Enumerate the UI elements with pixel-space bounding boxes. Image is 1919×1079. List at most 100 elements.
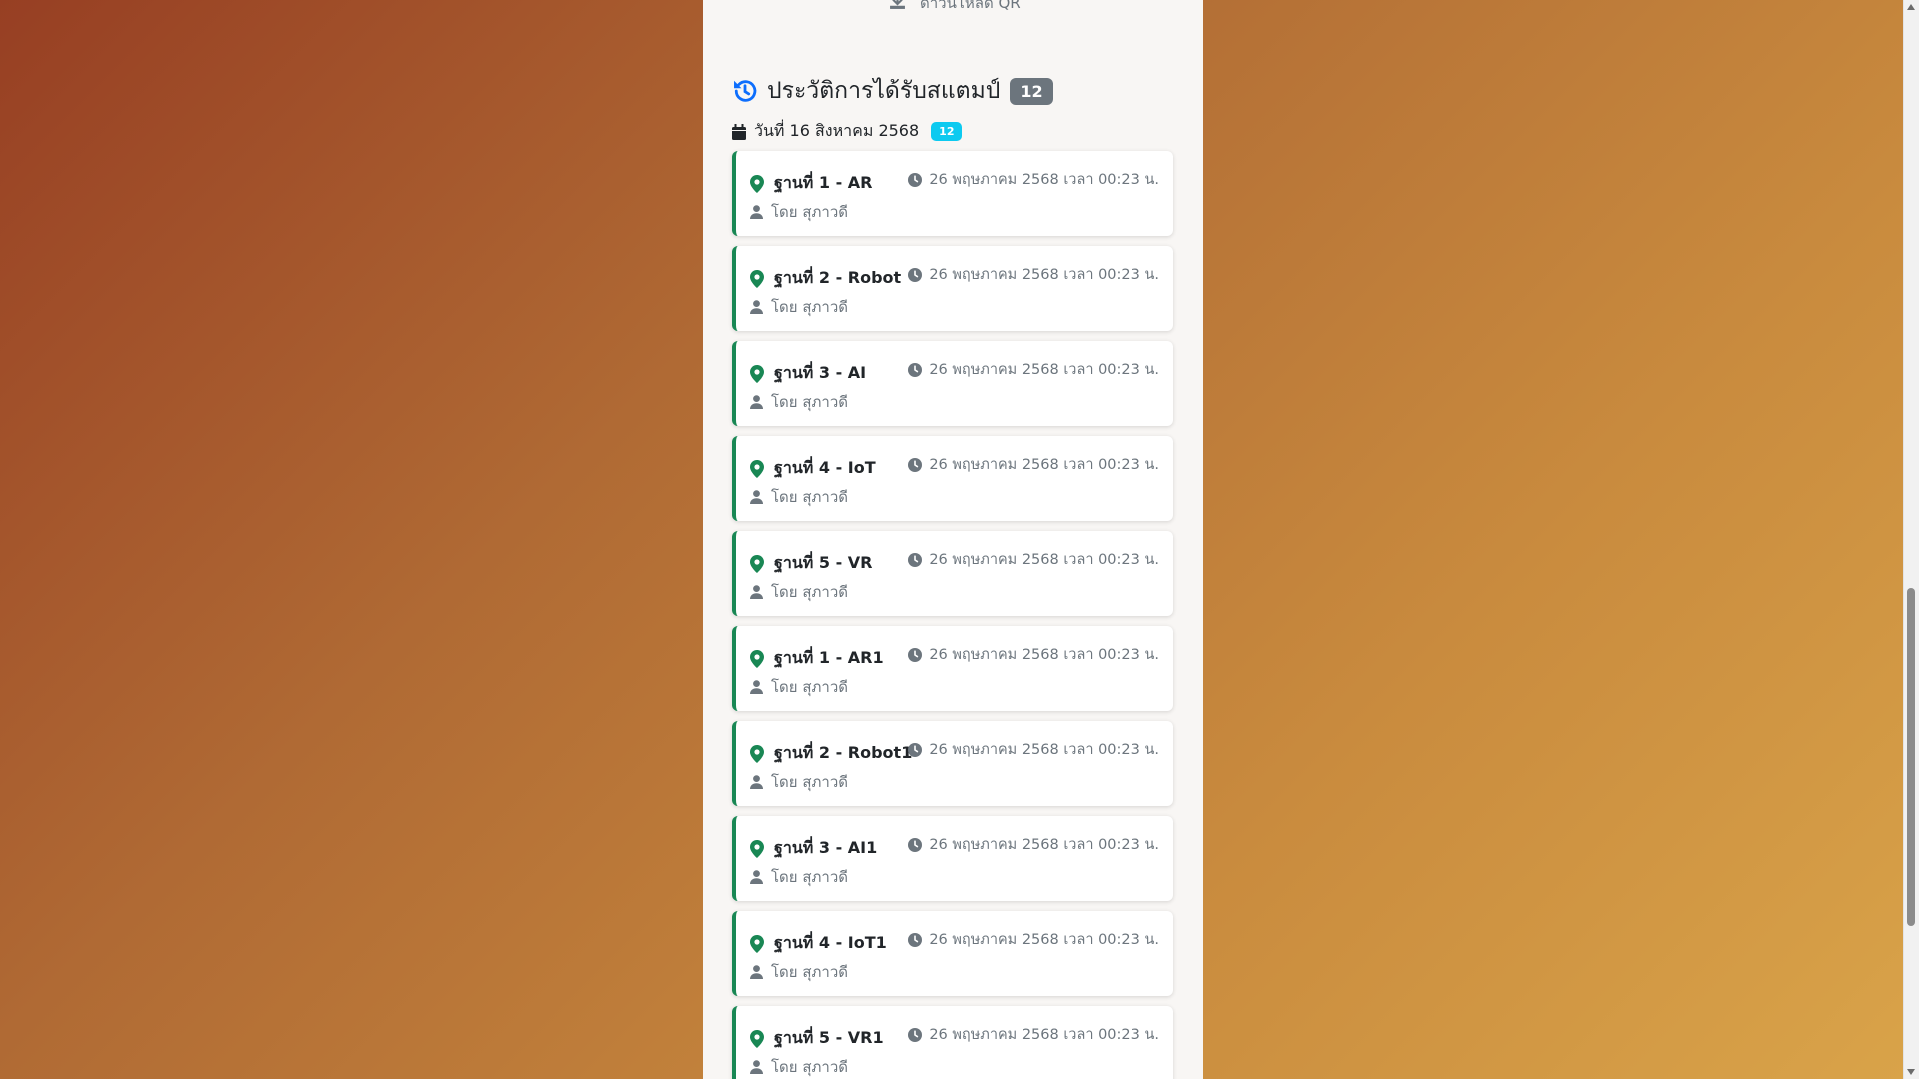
stamp-time: 26 พฤษภาคม 2568 เวลา 00:23 น. [929,837,1159,853]
stamp-time-row: 26 พฤษภาคม 2568 เวลา 00:23 น. [908,928,1159,951]
stamped-by-label: โดย สุภาวดี [771,773,848,791]
user-icon [750,300,763,314]
stamped-by-row: โดย สุภาวดี [750,960,848,984]
stamp-time: 26 พฤษภาคม 2568 เวลา 00:23 น. [929,742,1159,758]
stamped-by-row: โดย สุภาวดี [750,1055,848,1079]
user-icon [750,395,763,409]
date-label: วันที่ 16 สิงหาคม 2568 [754,121,920,140]
stamped-by-row: โดย สุภาวดี [750,770,848,794]
stamp-time-row: 26 พฤษภาคม 2568 เวลา 00:23 น. [908,168,1159,191]
user-icon [750,205,763,219]
station-name: ฐานที่ 4 - IoT [774,458,876,477]
stamp-card: ฐานที่ 4 - IoT โดย สุภาวดี 26 พฤษภาคม 2568… [732,436,1173,521]
stamp-card: ฐานที่ 2 - Robot โดย สุภาวดี 26 พฤษภาคม 25… [732,246,1173,331]
stamp-time: 26 พฤษภาคม 2568 เวลา 00:23 น. [929,552,1159,568]
station-row: ฐานที่ 2 - Robot [750,266,901,291]
page-scrollbar[interactable] [1903,0,1919,1079]
station-name: ฐานที่ 4 - IoT1 [774,933,887,952]
stamp-list: ฐานที่ 1 - AR โดย สุภาวดี 26 พฤษภาคม 2568 … [732,151,1173,1079]
station-name: ฐานที่ 5 - VR [774,553,873,572]
history-count-badge: 12 [1010,77,1053,105]
station-name: ฐานที่ 3 - AI [774,363,867,382]
station-name: ฐานที่ 2 - Robot1 [774,743,913,762]
clock-icon [908,742,923,757]
stamped-by-label: โดย สุภาวดี [771,393,848,411]
stamped-by-row: โดย สุภาวดี [750,485,848,509]
download-qr-label: ดาวน์โหลด QR [920,0,1021,12]
stamped-by-row: โดย สุภาวดี [750,675,848,699]
user-icon [750,585,763,599]
stamp-time: 26 พฤษภาคม 2568 เวลา 00:23 น. [929,932,1159,948]
station-row: ฐานที่ 3 - AI [750,361,866,386]
stamp-card: ฐานที่ 4 - IoT1 โดย สุภาวดี 26 พฤษภาคม 256… [732,911,1173,996]
station-name: ฐานที่ 2 - Robot [774,268,902,287]
stamp-time-row: 26 พฤษภาคม 2568 เวลา 00:23 น. [908,263,1159,286]
clock-icon [908,362,923,377]
main-panel: ดาวน์โหลด QR ประวัติการได้รับสแตมป์ 12 ว… [703,0,1203,1079]
stamp-time-row: 26 พฤษภาคม 2568 เวลา 00:23 น. [908,548,1159,571]
stamped-by-label: โดย สุภาวดี [771,488,848,506]
station-name: ฐานที่ 1 - AR [774,173,873,192]
station-row: ฐานที่ 4 - IoT [750,456,876,481]
clock-icon [908,647,923,662]
map-pin-icon [750,364,764,383]
stamped-by-row: โดย สุภาวดี [750,200,848,224]
map-pin-icon [750,839,764,858]
download-qr-button[interactable]: ดาวน์โหลด QR [889,0,1021,15]
stamp-time: 26 พฤษภาคม 2568 เวลา 00:23 น. [929,362,1159,378]
scroll-up-arrow[interactable] [1907,4,1915,10]
station-row: ฐานที่ 5 - VR [750,551,872,576]
stamped-by-label: โดย สุภาวดี [771,963,848,981]
clock-icon [908,457,923,472]
stamp-time-row: 26 พฤษภาคม 2568 เวลา 00:23 น. [908,833,1159,856]
map-pin-icon [750,269,764,288]
date-group-header: วันที่ 16 สิงหาคม 2568 12 [732,119,963,144]
map-pin-icon [750,649,764,668]
clock-icon [908,267,923,282]
stamped-by-label: โดย สุภาวดี [771,583,848,601]
map-pin-icon [750,174,764,193]
scroll-down-arrow[interactable] [1907,1069,1915,1075]
stamp-card: ฐานที่ 3 - AI1 โดย สุภาวดี 26 พฤษภาคม 2568… [732,816,1173,901]
scrollbar-thumb[interactable] [1907,588,1915,926]
stamp-time: 26 พฤษภาคม 2568 เวลา 00:23 น. [929,647,1159,663]
history-icon [731,77,759,105]
clock-icon [908,837,923,852]
stamp-card: ฐานที่ 3 - AI โดย สุภาวดี 26 พฤษภาคม 2568 … [732,341,1173,426]
user-icon [750,490,763,504]
map-pin-icon [750,934,764,953]
calendar-icon [732,123,746,140]
stamp-card: ฐานที่ 5 - VR โดย สุภาวดี 26 พฤษภาคม 2568 … [732,531,1173,616]
station-row: ฐานที่ 5 - VR1 [750,1026,884,1051]
stamp-card: ฐานที่ 2 - Robot1 โดย สุภาวดี 26 พฤษภาคม 2… [732,721,1173,806]
date-count-badge: 12 [931,122,963,141]
user-icon [750,775,763,789]
user-icon [750,965,763,979]
download-icon [889,0,906,14]
history-title: ประวัติการได้รับสแตมป์ [767,78,1001,104]
stamp-time-row: 26 พฤษภาคม 2568 เวลา 00:23 น. [908,738,1159,761]
user-icon [750,680,763,694]
station-row: ฐานที่ 2 - Robot1 [750,741,912,766]
stamped-by-label: โดย สุภาวดี [771,868,848,886]
station-name: ฐานที่ 3 - AI1 [774,838,878,857]
clock-icon [908,932,923,947]
stamp-card: ฐานที่ 5 - VR1 โดย สุภาวดี 26 พฤษภาคม 2568… [732,1006,1173,1079]
clock-icon [908,172,923,187]
station-name: ฐานที่ 1 - AR1 [774,648,884,667]
station-row: ฐานที่ 1 - AR [750,171,872,196]
stamp-card: ฐานที่ 1 - AR1 โดย สุภาวดี 26 พฤษภาคม 2568… [732,626,1173,711]
clock-icon [908,1027,923,1042]
stamp-card: ฐานที่ 1 - AR โดย สุภาวดี 26 พฤษภาคม 2568 … [732,151,1173,236]
stamp-time: 26 พฤษภาคม 2568 เวลา 00:23 น. [929,457,1159,473]
stamped-by-label: โดย สุภาวดี [771,298,848,316]
stamped-by-label: โดย สุภาวดี [771,1058,848,1076]
stamped-by-label: โดย สุภาวดี [771,203,848,221]
stamp-time-row: 26 พฤษภาคม 2568 เวลา 00:23 น. [908,643,1159,666]
map-pin-icon [750,554,764,573]
clock-icon [908,552,923,567]
user-icon [750,1060,763,1074]
stamped-by-row: โดย สุภาวดี [750,295,848,319]
stamp-time-row: 26 พฤษภาคม 2568 เวลา 00:23 น. [908,358,1159,381]
station-row: ฐานที่ 1 - AR1 [750,646,884,671]
